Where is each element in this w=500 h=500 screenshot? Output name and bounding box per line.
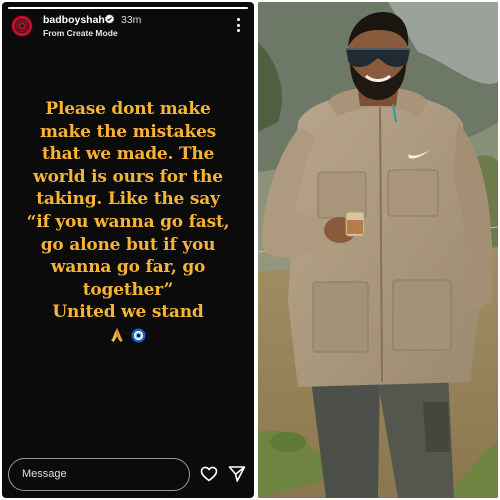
story-text-line: that we made. The [41, 144, 215, 165]
story-text-line: together” [82, 279, 174, 300]
story-progress-bar [8, 7, 248, 9]
story-text-line: taking. Like the say [36, 189, 220, 210]
story-progress-fill [8, 7, 248, 9]
story-text-line: world is ours for the [33, 166, 223, 187]
story-text-line: Please dont make [45, 99, 211, 119]
story-text-line: “if you wanna go fast, [26, 211, 230, 232]
story-subtext: From Create Mode [43, 28, 118, 38]
heart-icon[interactable] [200, 465, 218, 483]
nazar-amulet-icon [131, 328, 146, 343]
avatar-logo-icon [14, 18, 30, 34]
more-vertical-icon[interactable] [233, 16, 243, 34]
photo-panel [258, 2, 498, 498]
story-text-line: United we stand [52, 302, 204, 323]
story-viewer: badboyshah 33m From Create Mode Please d… [2, 2, 254, 498]
story-timestamp: 33m [121, 14, 142, 26]
verified-badge-icon [105, 14, 114, 24]
story-text-line: wanna go far, go [50, 257, 206, 278]
man-in-jacket-photo [258, 2, 498, 498]
story-username[interactable]: badboyshah [43, 13, 105, 27]
send-icon[interactable] [228, 465, 246, 483]
story-text-line: make the mistakes [39, 121, 217, 142]
story-text-line: go alone but if you [40, 234, 216, 255]
emoji-row [8, 324, 248, 346]
folded-hands-icon [111, 328, 123, 343]
reply-message-input[interactable]: Message [8, 458, 190, 491]
profile-avatar[interactable] [11, 15, 33, 37]
story-text-block: Please dont make make the mistakes that … [8, 98, 248, 346]
screenshot-frame: badboyshah 33m From Create Mode Please d… [0, 0, 500, 500]
